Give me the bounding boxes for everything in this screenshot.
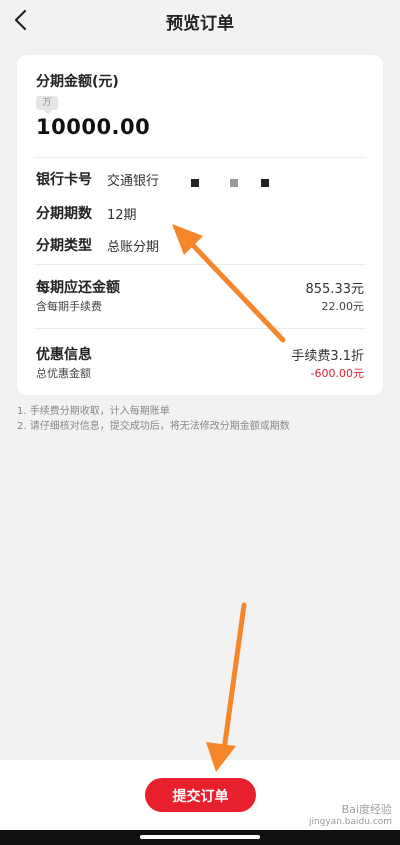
- annotation-arrows: [172, 224, 286, 772]
- arrow-annotation-icon: [206, 602, 247, 772]
- arrow-annotation-icon: [172, 224, 286, 343]
